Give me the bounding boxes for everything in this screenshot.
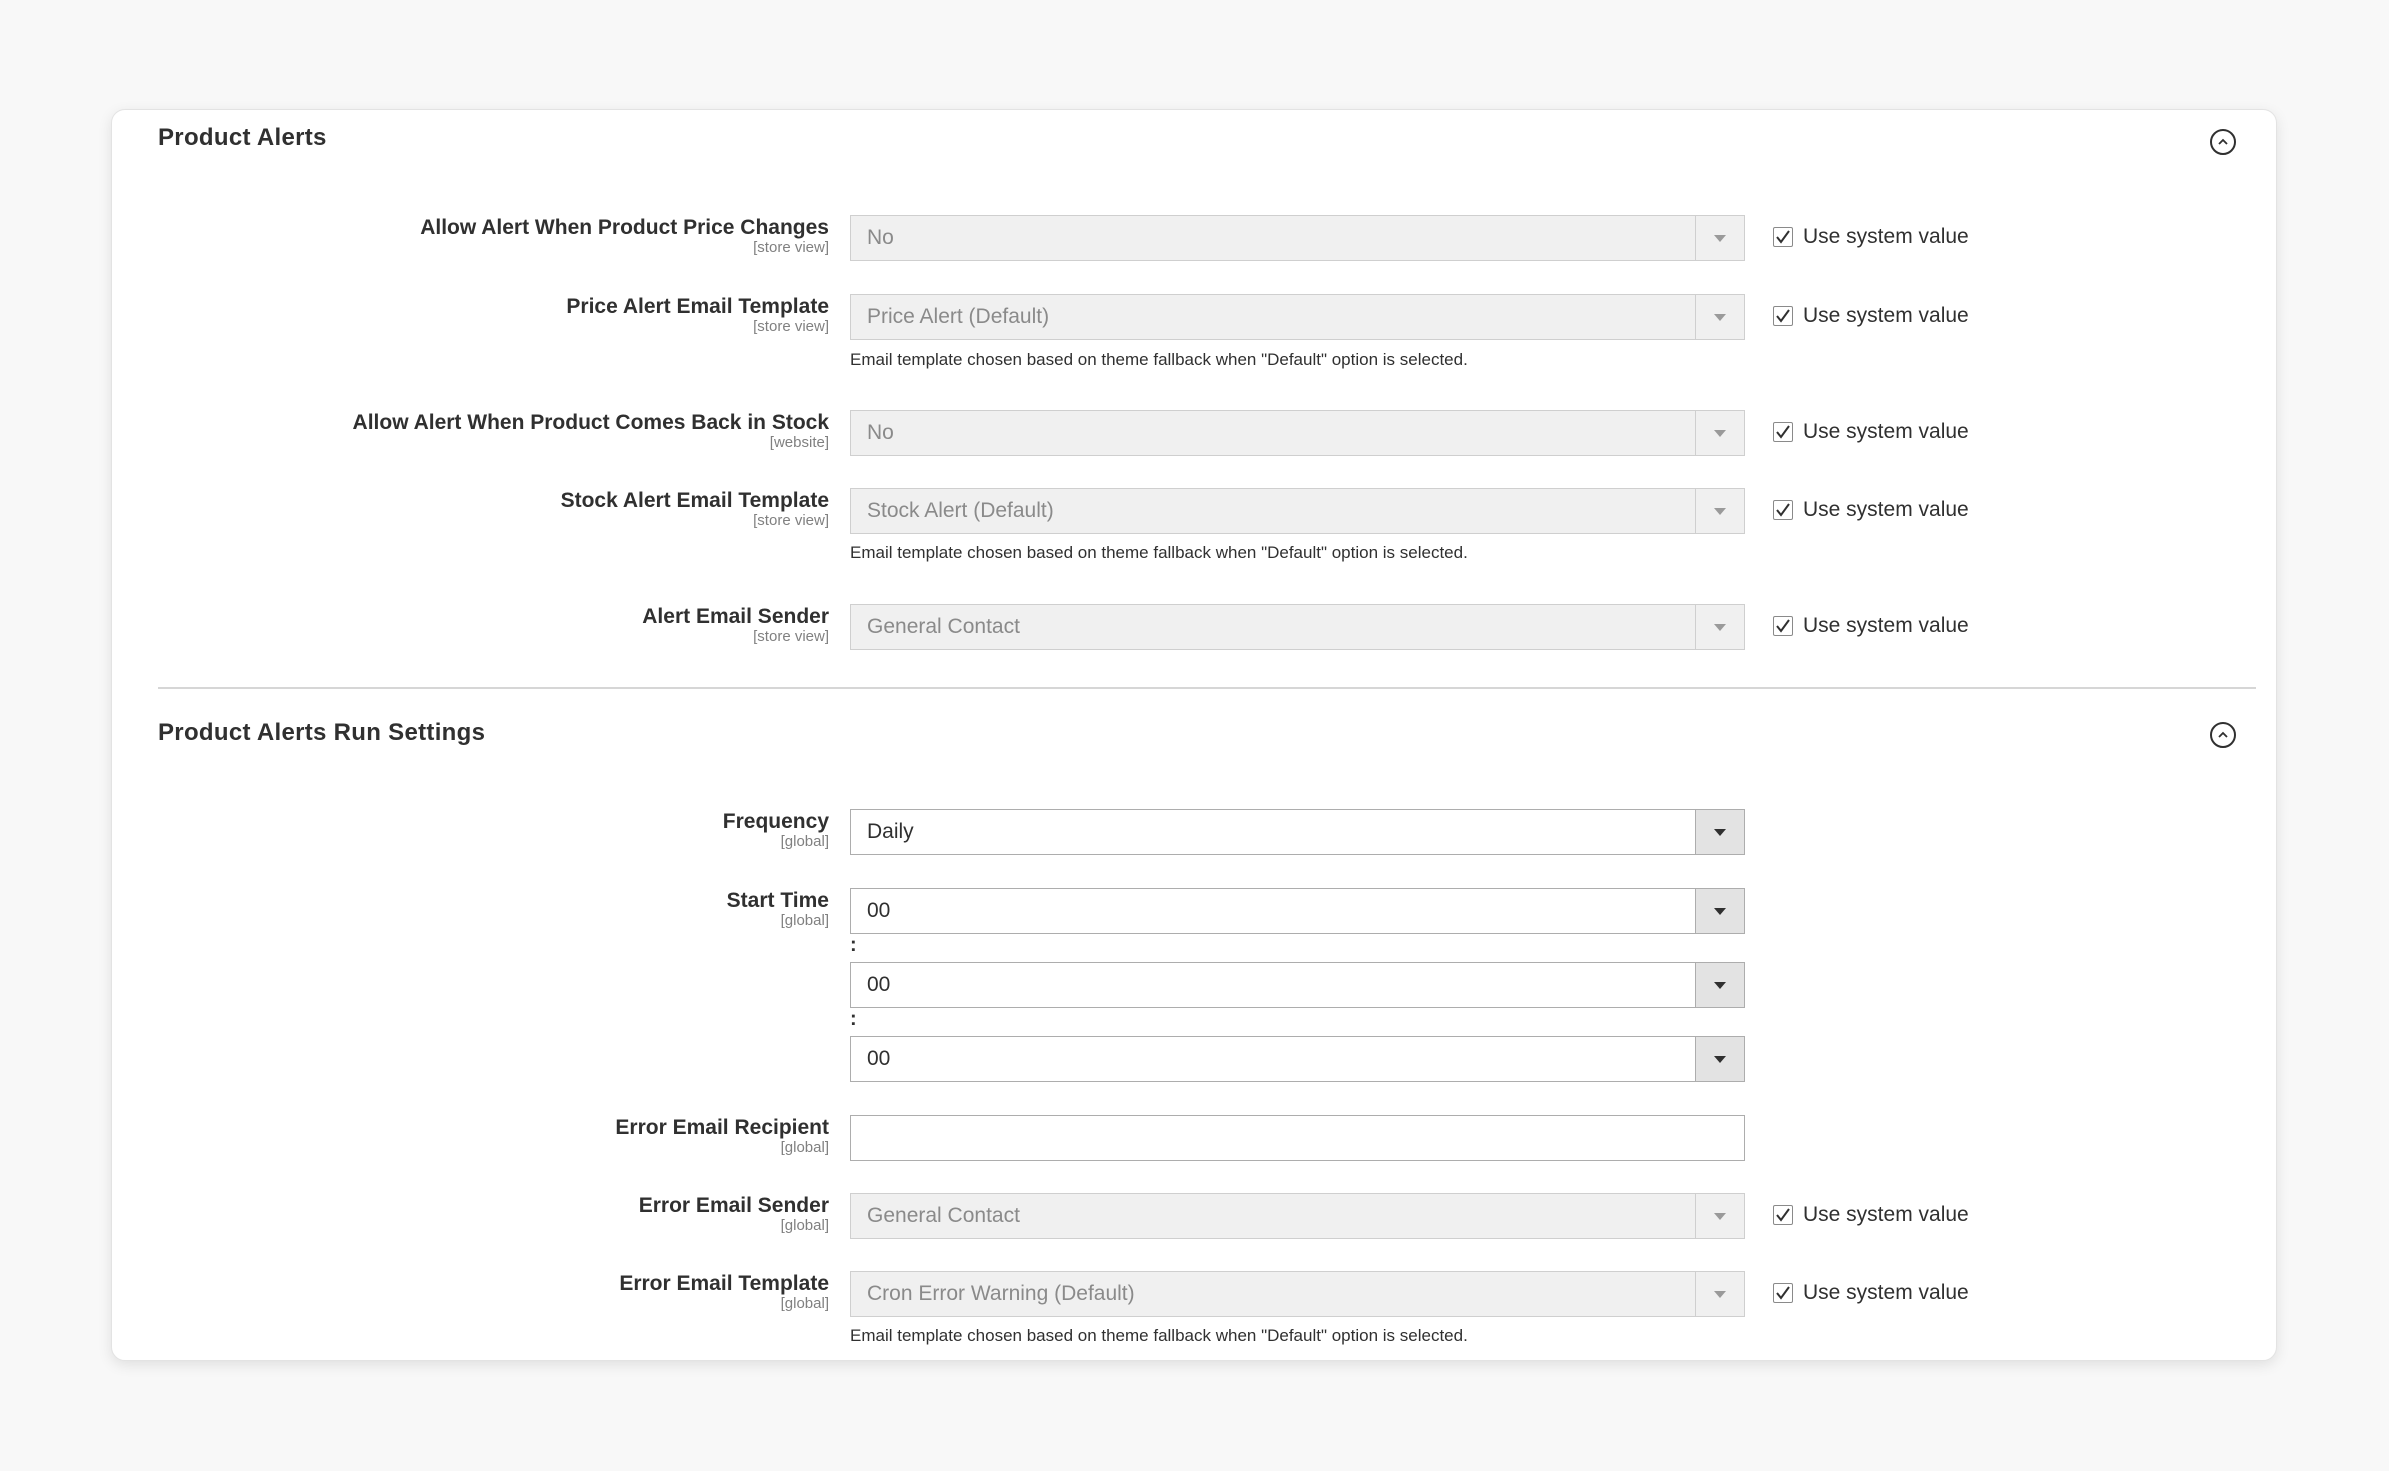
triangle-down-icon [1695, 216, 1744, 260]
label-text: Price Alert Email Template [566, 295, 829, 318]
label-text: Allow Alert When Product Comes Back in S… [352, 411, 829, 434]
checkmark-icon[interactable] [1773, 227, 1793, 247]
checkmark-icon[interactable] [1773, 500, 1793, 520]
field-label-price-change: Allow Alert When Product Price Changes [… [129, 216, 829, 256]
error-template-use-system[interactable]: Use system value [1773, 1281, 1969, 1305]
select-value: Price Alert (Default) [867, 305, 1050, 328]
stock-template-select[interactable]: Stock Alert (Default) [850, 488, 1745, 534]
triangle-down-icon [1695, 1194, 1744, 1238]
price-template-note: Email template chosen based on theme fal… [850, 350, 1468, 369]
use-system-label: Use system value [1803, 1203, 1969, 1226]
use-system-label: Use system value [1803, 1281, 1969, 1304]
select-value: 00 [867, 1047, 891, 1070]
label-text: Error Email Recipient [615, 1116, 829, 1139]
email-sender-select[interactable]: General Contact [850, 604, 1745, 650]
time-separator: : [850, 1008, 857, 1030]
field-label-frequency: Frequency [global] [129, 810, 829, 850]
select-value: General Contact [867, 1204, 1020, 1227]
triangle-down-icon [1695, 605, 1744, 649]
triangle-down-icon [1695, 1037, 1744, 1081]
field-label-email-sender: Alert Email Sender [store view] [129, 605, 829, 645]
triangle-down-icon [1695, 411, 1744, 455]
use-system-label: Use system value [1803, 420, 1969, 443]
scope-text: [store view] [753, 628, 829, 645]
triangle-down-icon [1695, 295, 1744, 339]
label-text: Error Email Template [619, 1272, 829, 1295]
label-text: Error Email Sender [638, 1194, 829, 1217]
triangle-down-icon [1695, 489, 1744, 533]
use-system-label: Use system value [1803, 498, 1969, 521]
use-system-label: Use system value [1803, 614, 1969, 637]
triangle-down-icon [1695, 810, 1744, 854]
back-in-stock-use-system[interactable]: Use system value [1773, 420, 1969, 444]
checkmark-icon[interactable] [1773, 306, 1793, 326]
select-value: General Contact [867, 615, 1020, 638]
frequency-select[interactable]: Daily [850, 809, 1745, 855]
error-template-select[interactable]: Cron Error Warning (Default) [850, 1271, 1745, 1317]
scope-text: [store view] [753, 239, 829, 256]
error-recipient-input[interactable] [850, 1115, 1745, 1161]
start-time-hour-select[interactable]: 00 [850, 888, 1745, 934]
checkmark-icon[interactable] [1773, 1283, 1793, 1303]
select-value: Stock Alert (Default) [867, 499, 1054, 522]
section-title-product-alerts[interactable]: Product Alerts [158, 124, 327, 152]
select-value: 00 [867, 973, 891, 996]
use-system-label: Use system value [1803, 225, 1969, 248]
error-sender-use-system[interactable]: Use system value [1773, 1203, 1969, 1227]
select-value: 00 [867, 899, 891, 922]
price-change-use-system[interactable]: Use system value [1773, 225, 1969, 249]
scope-text: [global] [780, 1217, 829, 1234]
field-label-stock-template: Stock Alert Email Template [store view] [129, 489, 829, 529]
checkmark-icon[interactable] [1773, 422, 1793, 442]
email-sender-use-system[interactable]: Use system value [1773, 614, 1969, 638]
scope-text: [global] [780, 1295, 829, 1312]
price-change-select[interactable]: No [850, 215, 1745, 261]
scope-text: [global] [780, 1139, 829, 1156]
price-template-use-system[interactable]: Use system value [1773, 304, 1969, 328]
label-text: Frequency [722, 810, 829, 833]
label-text: Start Time [726, 889, 829, 912]
scope-text: [global] [780, 833, 829, 850]
collapse-product-alerts-icon[interactable] [2210, 129, 2236, 155]
field-label-start-time: Start Time [global] [129, 889, 829, 929]
scope-text: [store view] [753, 512, 829, 529]
label-text: Stock Alert Email Template [560, 489, 829, 512]
label-text: Allow Alert When Product Price Changes [420, 216, 829, 239]
stock-template-use-system[interactable]: Use system value [1773, 498, 1969, 522]
time-separator: : [850, 934, 857, 956]
select-value: No [867, 421, 894, 444]
scope-text: [global] [780, 912, 829, 929]
triangle-down-icon [1695, 889, 1744, 933]
error-sender-select[interactable]: General Contact [850, 1193, 1745, 1239]
error-template-note: Email template chosen based on theme fal… [850, 1326, 1468, 1345]
use-system-label: Use system value [1803, 304, 1969, 327]
triangle-down-icon [1695, 1272, 1744, 1316]
start-time-second-select[interactable]: 00 [850, 1036, 1745, 1082]
field-label-back-in-stock: Allow Alert When Product Comes Back in S… [129, 411, 829, 451]
select-value: Daily [867, 820, 914, 843]
checkmark-icon[interactable] [1773, 1205, 1793, 1225]
select-value: Cron Error Warning (Default) [867, 1282, 1135, 1305]
field-label-error-template: Error Email Template [global] [129, 1272, 829, 1312]
scope-text: [store view] [753, 318, 829, 335]
start-time-minute-select[interactable]: 00 [850, 962, 1745, 1008]
field-label-error-recipient: Error Email Recipient [global] [129, 1116, 829, 1156]
section-divider [158, 687, 2256, 689]
field-label-price-template: Price Alert Email Template [store view] [129, 295, 829, 335]
select-value: No [867, 226, 894, 249]
checkmark-icon[interactable] [1773, 616, 1793, 636]
scope-text: [website] [769, 434, 829, 451]
price-template-select[interactable]: Price Alert (Default) [850, 294, 1745, 340]
section-title-run-settings[interactable]: Product Alerts Run Settings [158, 719, 485, 747]
field-label-error-sender: Error Email Sender [global] [129, 1194, 829, 1234]
collapse-run-settings-icon[interactable] [2210, 722, 2236, 748]
stock-template-note: Email template chosen based on theme fal… [850, 543, 1468, 562]
label-text: Alert Email Sender [642, 605, 829, 628]
triangle-down-icon [1695, 963, 1744, 1007]
back-in-stock-select[interactable]: No [850, 410, 1745, 456]
